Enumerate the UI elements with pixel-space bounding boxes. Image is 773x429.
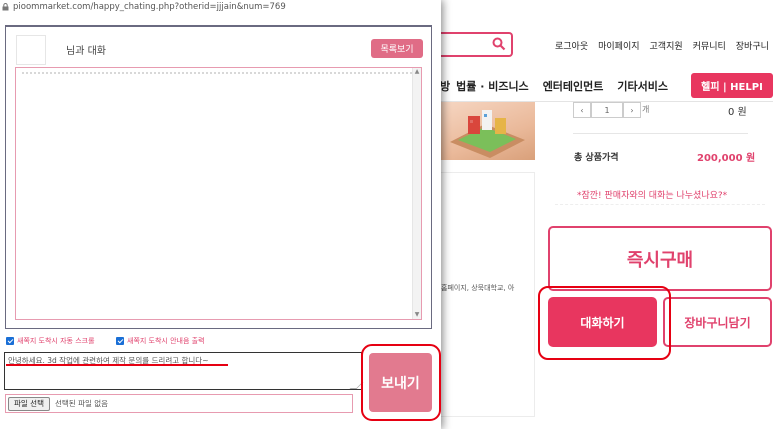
logout-link[interactable]: 로그아웃: [555, 39, 588, 52]
address-bar[interactable]: pioommarket.com/happy_chating.php?otheri…: [0, 0, 441, 13]
product-thumbnail: [440, 102, 535, 160]
file-attachment: 파일 선택 선택된 파일 없음: [5, 394, 353, 413]
community-link[interactable]: 커뮤니티: [693, 39, 726, 52]
support-link[interactable]: 고객지원: [650, 39, 683, 52]
avatar: [16, 35, 46, 65]
buy-now-button[interactable]: 즉시구매: [548, 226, 772, 291]
seller-chat-notice: *잠깐! 판매자와의 대화는 나누셨나요?*: [577, 191, 728, 201]
chat-panel: 님과 대화 목록보기 ▲ ▼: [5, 25, 432, 329]
mypage-link[interactable]: 마이페이지: [598, 39, 639, 52]
description-snippet: 홈페이지, 상묵대학교, 아: [441, 284, 515, 292]
decrease-button[interactable]: ‹: [573, 102, 591, 118]
help-button[interactable]: 헬피 | HELPI: [691, 73, 773, 98]
price-divider: [573, 133, 748, 134]
add-to-cart-button[interactable]: 장바구니담기: [663, 297, 772, 347]
search-icon[interactable]: [492, 37, 506, 51]
choose-file-button[interactable]: 파일 선택: [8, 396, 50, 411]
dotted-divider: [22, 72, 412, 74]
total-price-value: 200,000 원: [697, 153, 756, 164]
nav-item-partial[interactable]: 방: [440, 78, 450, 94]
notify-sound-option[interactable]: 새쪽지 도착시 안내음 출력: [116, 336, 205, 346]
chat-title: 님과 대화: [66, 46, 106, 57]
nav-item-legal-business[interactable]: 법률 · 비즈니스: [456, 78, 529, 94]
view-list-button[interactable]: 목록보기: [371, 39, 423, 58]
file-status: 선택된 파일 없음: [54, 399, 109, 408]
quantity-stepper[interactable]: ‹ 1 ›: [573, 102, 641, 118]
nav-item-other-services[interactable]: 기타서비스: [617, 78, 668, 94]
category-nav: 방 법률 · 비즈니스 엔터테인먼트 기타서비스: [440, 78, 668, 94]
notify-sound-label: 새쪽지 도착시 안내음 출력: [127, 337, 205, 345]
cart-link[interactable]: 장바구니: [736, 39, 769, 52]
chat-button[interactable]: 대화하기: [548, 297, 657, 347]
chat-popup-window: pioommarket.com/happy_chating.php?otheri…: [0, 0, 441, 429]
notice-divider: [555, 204, 765, 205]
quantity-value[interactable]: 1: [591, 102, 623, 118]
lock-icon: [2, 2, 9, 10]
quantity-price: 0 원: [728, 107, 747, 118]
message-scrollbar[interactable]: ▲ ▼: [412, 68, 421, 319]
scroll-down-icon[interactable]: ▼: [414, 312, 420, 318]
annotation-underline: [6, 364, 228, 366]
site-search-box[interactable]: [430, 32, 513, 57]
increase-button[interactable]: ›: [623, 102, 641, 118]
send-button[interactable]: 보내기: [369, 353, 432, 412]
quantity-unit: 개: [642, 105, 650, 114]
top-links: 로그아웃 마이페이지 고객지원 커뮤니티 장바구니: [555, 39, 769, 52]
scroll-up-icon[interactable]: ▲: [414, 69, 420, 75]
message-history[interactable]: ▲ ▼: [15, 67, 422, 320]
product-description-panel: [440, 172, 535, 417]
total-price-label: 총 상품가격: [574, 153, 619, 163]
auto-scroll-label: 새쪽지 도착시 자동 스크롤: [17, 337, 95, 345]
nav-item-entertainment[interactable]: 엔터테인먼트: [543, 78, 604, 94]
auto-scroll-option[interactable]: 새쪽지 도착시 자동 스크롤: [6, 336, 95, 346]
notify-sound-checkbox[interactable]: [116, 337, 124, 345]
message-input[interactable]: 안녕하세요. 3d 작업에 관련하여 제작 문의를 드리려고 합니다~: [4, 352, 362, 390]
url-text: pioommarket.com/happy_chating.php?otheri…: [13, 1, 286, 12]
auto-scroll-checkbox[interactable]: [6, 337, 14, 345]
